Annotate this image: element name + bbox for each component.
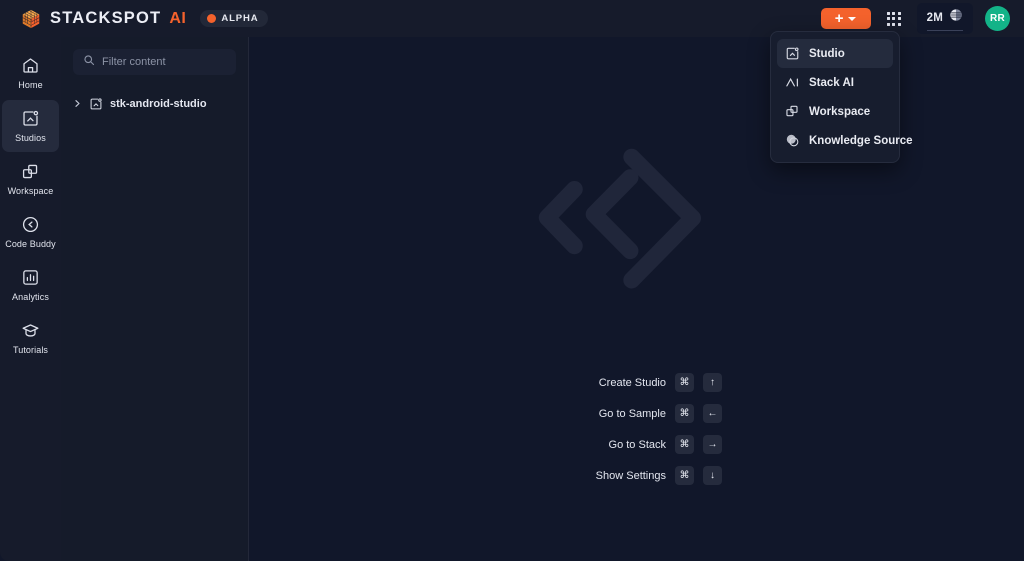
shortcut-label: Show Settings: [595, 469, 666, 482]
dropdown-item-label: Workspace: [809, 105, 871, 118]
shortcut-label: Go to Stack: [608, 438, 666, 451]
shortcuts-list: Create Studio ⌘ ↑ Go to Sample ⌘ ← Go to…: [249, 373, 1024, 485]
shortcut-key-command: ⌘: [675, 466, 694, 485]
status-dot-icon: [207, 14, 217, 23]
shortcut-show-settings: Show Settings ⌘ ↓: [551, 466, 722, 485]
workspace-icon: [785, 104, 800, 119]
sidebar-item-analytics[interactable]: Analytics: [2, 259, 59, 311]
sidebar-item-workspace[interactable]: Workspace: [2, 153, 59, 205]
chevron-right-icon[interactable]: [73, 95, 82, 113]
studio-icon: [785, 46, 800, 61]
sidebar-nav: Home Studios Workspace Code Buddy Analyt…: [0, 37, 61, 561]
shortcut-key-arrow-left: ←: [703, 404, 722, 423]
sidebar-item-studios[interactable]: Studios: [2, 100, 59, 152]
dropdown-item-workspace[interactable]: Workspace: [777, 97, 893, 126]
sidebar-item-code-buddy[interactable]: Code Buddy: [2, 206, 59, 258]
alpha-badge-label: ALPHA: [221, 13, 259, 24]
credits-coin-icon: [949, 8, 963, 27]
sidebar-item-tutorials[interactable]: Tutorials: [2, 312, 59, 364]
application-window: STACKSPOT AI ALPHA + 2M RR Studio Stack …: [0, 0, 1024, 561]
tutorials-icon: [21, 321, 40, 340]
shortcut-key-arrow-right: →: [703, 435, 722, 454]
studios-icon: [21, 109, 40, 128]
brand-logo[interactable]: STACKSPOT AI ALPHA: [0, 8, 268, 30]
dropdown-item-knowledge-source[interactable]: Knowledge Source: [777, 126, 913, 155]
search-input[interactable]: [102, 56, 226, 68]
plus-icon: +: [834, 10, 844, 27]
brand-wordmark: STACKSPOT: [50, 9, 162, 27]
dropdown-item-label: Stack AI: [809, 76, 854, 89]
home-icon: [21, 56, 40, 75]
main-content: Create Studio ⌘ ↑ Go to Sample ⌘ ← Go to…: [249, 37, 1024, 561]
sidebar-item-label: Home: [18, 80, 43, 90]
tree-item-label: stk-android-studio: [110, 98, 207, 110]
create-new-button[interactable]: +: [820, 8, 871, 29]
shortcut-create-studio: Create Studio ⌘ ↑: [551, 373, 722, 392]
sidebar-item-label: Workspace: [7, 186, 54, 196]
dropdown-item-stack-ai[interactable]: Stack AI: [777, 68, 893, 97]
analytics-icon: [21, 268, 40, 287]
shortcut-key-command: ⌘: [675, 435, 694, 454]
sidebar-item-label: Analytics: [12, 292, 49, 302]
dropdown-item-label: Studio: [809, 47, 845, 60]
sidebar-item-label: Code Buddy: [5, 239, 56, 249]
studio-icon: [89, 97, 103, 111]
shortcut-go-to-sample: Go to Sample ⌘ ←: [551, 404, 722, 423]
content-tree-panel: stk-android-studio: [61, 37, 249, 561]
code-brackets-diamond-icon: [529, 136, 744, 351]
stack-ai-icon: [785, 75, 800, 90]
credits-badge[interactable]: 2M: [916, 3, 973, 34]
brand-ai-mark: AI: [169, 9, 187, 27]
shortcut-label: Go to Sample: [598, 407, 666, 420]
avatar[interactable]: RR: [985, 6, 1010, 31]
search-icon: [83, 53, 95, 71]
shortcut-key-arrow-up: ↑: [703, 373, 722, 392]
credits-value: 2M: [926, 11, 943, 24]
filter-content-field[interactable]: [73, 49, 236, 75]
dropdown-item-label: Knowledge Source: [809, 134, 913, 147]
shortcut-label: Create Studio: [598, 376, 666, 389]
shortcut-go-to-stack: Go to Stack ⌘ →: [551, 435, 722, 454]
chevron-down-icon: [848, 16, 857, 21]
top-bar-actions: + 2M RR: [820, 3, 1024, 34]
credits-underline: [926, 30, 963, 31]
dropdown-item-studio[interactable]: Studio: [777, 39, 893, 68]
sidebar-item-label: Tutorials: [12, 345, 49, 355]
workspace-icon: [21, 162, 40, 181]
alpha-badge: ALPHA: [200, 10, 268, 27]
create-dropdown-menu: Studio Stack AI Workspace Knowledge Sour…: [770, 31, 913, 163]
sidebar-item-home[interactable]: Home: [2, 47, 59, 99]
shortcut-key-arrow-down: ↓: [703, 466, 722, 485]
shortcut-key-command: ⌘: [675, 404, 694, 423]
apps-grid-icon[interactable]: [883, 8, 905, 30]
tree-item-stk-android-studio[interactable]: stk-android-studio: [61, 89, 248, 119]
sidebar-item-label: Studios: [15, 133, 46, 143]
knowledge-source-icon: [785, 133, 800, 148]
stackspot-cube-icon: [20, 8, 42, 30]
shortcut-key-command: ⌘: [675, 373, 694, 392]
code-buddy-icon: [21, 215, 40, 234]
